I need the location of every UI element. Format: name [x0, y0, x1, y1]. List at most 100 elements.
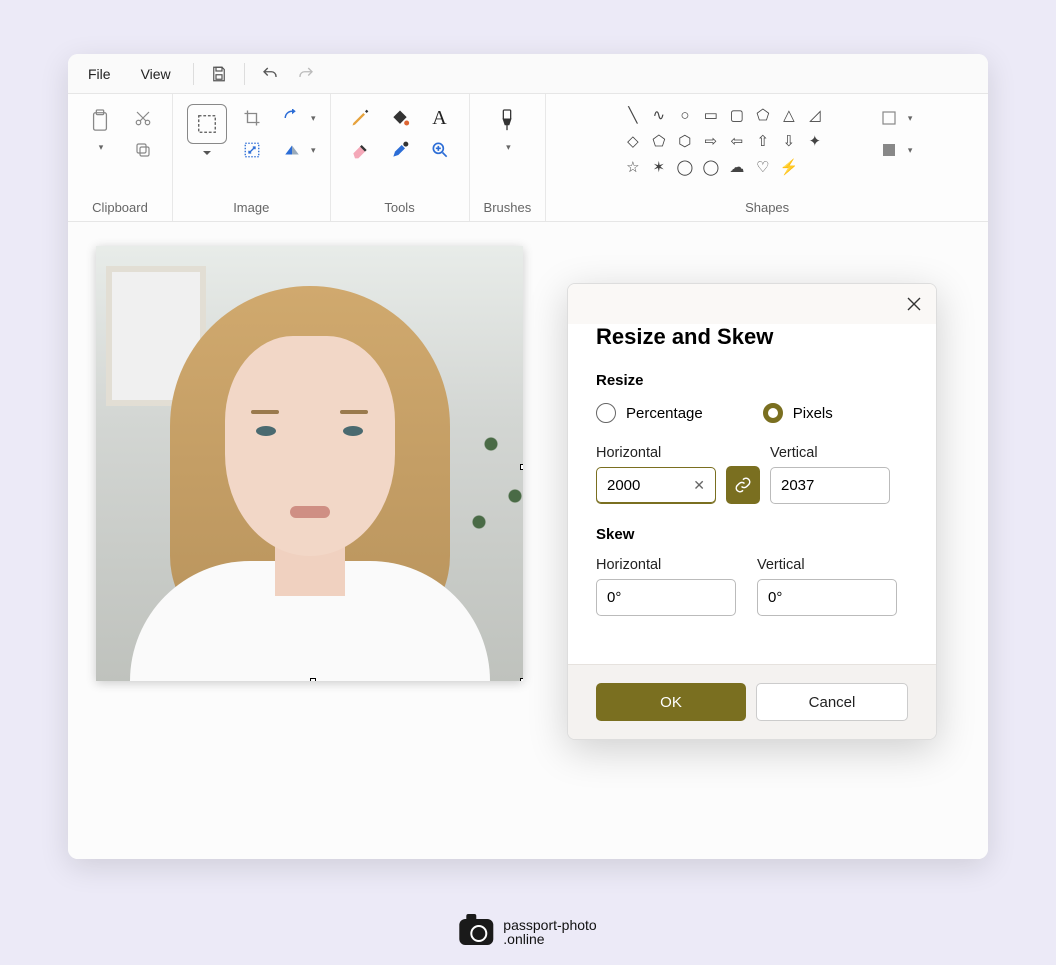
shape-oval[interactable]: ○	[674, 104, 696, 126]
shape-curve[interactable]: ∿	[648, 104, 670, 126]
bucket-icon	[390, 108, 410, 128]
redo-button[interactable]	[289, 59, 323, 89]
magnifier-tool[interactable]	[425, 136, 455, 164]
shape-rect[interactable]: ▭	[700, 104, 722, 126]
shape-arrow-up[interactable]: ⇧	[752, 130, 774, 152]
radio-circle-icon	[596, 403, 616, 423]
radio-percentage[interactable]: Percentage	[596, 403, 703, 423]
rotate-button[interactable]	[277, 104, 307, 132]
paste-button[interactable]	[82, 104, 118, 138]
chevron-down-icon[interactable]: ▾	[506, 142, 511, 153]
save-button[interactable]	[202, 59, 236, 89]
menubar: File View	[68, 54, 988, 94]
cancel-button[interactable]: Cancel	[756, 683, 908, 721]
eraser-icon	[350, 140, 370, 160]
outline-icon	[880, 109, 898, 127]
shape-right-triangle[interactable]: ◿	[804, 104, 826, 126]
selection-icon	[196, 113, 218, 135]
cut-button[interactable]	[128, 104, 158, 132]
skew-horizontal-input[interactable]: 0°	[596, 579, 736, 616]
undo-icon	[261, 65, 279, 83]
brand-line1: passport-photo	[503, 918, 596, 933]
shape-ovalcallout[interactable]: ◯	[700, 156, 722, 178]
radio-pixels[interactable]: Pixels	[763, 403, 833, 423]
skew-v-value: 0°	[768, 589, 782, 606]
skew-vertical-input[interactable]: 0°	[757, 579, 897, 616]
resize-handle-e[interactable]	[520, 464, 523, 470]
fill-tool[interactable]	[385, 104, 415, 132]
text-icon: A	[432, 107, 446, 130]
shape-cloudcallout[interactable]: ☁	[726, 156, 748, 178]
shape-fill-button[interactable]	[874, 136, 904, 164]
copy-button[interactable]	[128, 136, 158, 164]
skew-section-label: Skew	[596, 526, 908, 543]
horizontal-input[interactable]: 2000 ✕	[596, 467, 716, 504]
text-tool[interactable]: A	[425, 104, 455, 132]
chevron-down-icon[interactable]: ▾	[908, 145, 913, 156]
vertical-input[interactable]: 2037	[770, 467, 890, 504]
crop-button[interactable]	[237, 104, 267, 132]
skew-h-value: 0°	[607, 589, 621, 606]
flip-button[interactable]	[277, 136, 307, 164]
dialog-close-button[interactable]	[902, 292, 926, 316]
rotate-icon	[283, 109, 301, 127]
resize-icon	[243, 141, 261, 159]
shape-triangle[interactable]: △	[778, 104, 800, 126]
chevron-down-icon[interactable]: ▾	[311, 113, 316, 124]
group-label-image: Image	[233, 200, 269, 215]
shape-lightning[interactable]: ⚡	[778, 156, 800, 178]
brush-tool[interactable]	[489, 104, 525, 138]
shape-heart[interactable]: ♡	[752, 156, 774, 178]
maintain-aspect-button[interactable]	[726, 466, 760, 504]
scissors-icon	[134, 109, 152, 127]
resize-handle-s[interactable]	[310, 678, 316, 681]
canvas-image[interactable]	[96, 246, 523, 681]
shape-polygon[interactable]: ⬠	[752, 104, 774, 126]
shape-line[interactable]: ╲	[622, 104, 644, 126]
radio-circle-icon	[763, 403, 783, 423]
shapes-gallery[interactable]: ╲ ∿ ○ ▭ ▢ ⬠ △ ◿ ◇ ⬠ ⬡ ⇨ ⇦ ⇧ ⇩ ✦	[622, 104, 852, 178]
flip-icon	[283, 141, 301, 159]
group-label-brushes: Brushes	[484, 200, 532, 215]
pencil-tool[interactable]	[345, 104, 375, 132]
ribbon-group-shapes: ╲ ∿ ○ ▭ ▢ ⬠ △ ◿ ◇ ⬠ ⬡ ⇨ ⇦ ⇧ ⇩ ✦	[546, 94, 988, 221]
shape-5star[interactable]: ☆	[622, 156, 644, 178]
shape-outline-button[interactable]	[874, 104, 904, 132]
chevron-down-icon[interactable]: ▾	[908, 113, 913, 124]
shape-hexagon[interactable]: ⬡	[674, 130, 696, 152]
undo-button[interactable]	[253, 59, 287, 89]
shape-roundrect[interactable]: ▢	[726, 104, 748, 126]
shape-arrow-left[interactable]: ⇦	[726, 130, 748, 152]
magnifier-icon	[430, 140, 450, 160]
eyedropper-icon	[390, 140, 410, 160]
shape-4star[interactable]: ✦	[804, 130, 826, 152]
radio-pixels-label: Pixels	[793, 405, 833, 422]
separator	[193, 63, 194, 85]
menu-file[interactable]: File	[74, 60, 125, 88]
shape-pentagon[interactable]: ⬠	[648, 130, 670, 152]
brand-logo: passport-photo .online	[459, 918, 596, 947]
fill-icon	[880, 141, 898, 159]
ok-button[interactable]: OK	[596, 683, 746, 721]
picker-tool[interactable]	[385, 136, 415, 164]
resize-handle-se[interactable]	[520, 678, 523, 681]
shape-arrow-down[interactable]: ⇩	[778, 130, 800, 152]
eraser-tool[interactable]	[345, 136, 375, 164]
resize-button[interactable]	[237, 136, 267, 164]
photo-placeholder	[96, 246, 523, 681]
select-tool[interactable]	[187, 104, 227, 144]
ribbon-group-clipboard: ▾ Clipboard	[68, 94, 173, 221]
skew-horizontal-label: Horizontal	[596, 557, 747, 573]
chevron-down-icon[interactable]: ▾	[311, 145, 316, 156]
link-icon	[734, 476, 752, 494]
shape-arrow-right[interactable]: ⇨	[700, 130, 722, 152]
menu-view[interactable]: View	[127, 60, 185, 88]
close-icon	[907, 297, 921, 311]
shape-6star[interactable]: ✶	[648, 156, 670, 178]
shape-roundcallout[interactable]: ◯	[674, 156, 696, 178]
chevron-down-icon[interactable]: ▾	[99, 142, 104, 153]
ribbon-group-image: ▾ ▾ Image	[173, 94, 331, 221]
copy-icon	[134, 141, 152, 159]
clear-input-button[interactable]: ✕	[693, 477, 705, 494]
shape-diamond[interactable]: ◇	[622, 130, 644, 152]
